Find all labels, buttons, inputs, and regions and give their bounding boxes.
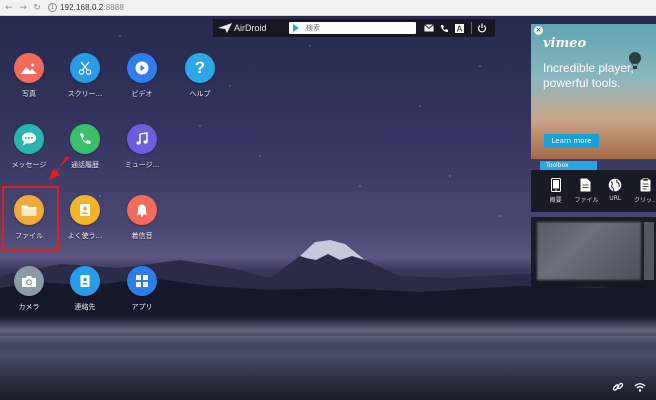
forward-arrow-icon[interactable]: → [18,3,28,13]
tool-url[interactable]: URL [605,178,627,202]
chat-bubble-icon [14,124,44,154]
learn-more-button[interactable]: Learn more [544,134,599,148]
app-music[interactable]: ミュージ... [112,124,172,170]
wifi-icon[interactable] [634,381,646,393]
address-book-icon [70,266,100,296]
ad-brand-logo: vimeo [543,36,587,51]
browser-address-bar: ← → ↻ i 192.168.0.2:8888 [0,0,656,16]
files-highlight-box [2,186,59,252]
app-label: ビデオ [131,90,153,98]
contact-card-icon [70,195,100,225]
link-icon[interactable] [612,381,624,393]
tool-clipboard[interactable]: クリッ... [634,178,656,204]
app-label: ヘルプ [189,90,211,98]
blurred-content [537,222,641,280]
vimeo-ad[interactable]: × vimeo Incredible player, powerful tool… [531,24,656,159]
url-text: 192.168.0.2:8888 [60,3,124,12]
notification-widget[interactable] [531,217,656,287]
question-mark-icon: ? [185,53,215,83]
app-frequent[interactable]: よく使う... [55,195,115,241]
photos-icon [14,53,44,83]
clipboard-icon [638,178,652,192]
site-info-icon[interactable]: i [48,3,57,12]
logo-text: AirDroid [234,23,267,33]
toolbar-separator [471,22,472,34]
app-video[interactable]: ビデオ [112,53,172,99]
mail-icon[interactable] [424,23,434,33]
url-field[interactable]: i 192.168.0.2:8888 [46,2,124,14]
paper-plane-icon [218,23,232,33]
app-label: 連絡先 [74,303,96,311]
lake-mist [0,316,656,346]
toolbar-actions: A [416,22,487,34]
scissors-icon [70,53,100,83]
phone-call-icon [70,124,100,154]
phone-icon[interactable] [439,23,449,33]
app-clips[interactable]: スクリー... [55,53,115,99]
search-input[interactable] [306,24,406,32]
app-label: よく使う... [67,232,103,240]
tool-label: 概要 [549,197,562,204]
app-apps[interactable]: アプリ [112,266,172,312]
tool-label: URL [609,195,622,202]
url-port: :8888 [103,3,124,12]
app-label: カメラ [18,303,40,311]
blurred-sidebar [644,222,654,280]
document-icon [579,178,593,192]
globe-icon [608,178,622,192]
search-box[interactable] [289,22,416,34]
app-contacts[interactable]: 連絡先 [55,266,115,312]
reload-icon[interactable]: ↻ [32,3,42,13]
ad-close-icon[interactable]: × [534,26,543,35]
back-arrow-icon[interactable]: ← [4,3,14,13]
toolbox-panel: 概要 ファイル URL クリッ... [531,170,656,212]
airdroid-toolbar: AirDroid A [213,19,495,37]
camera-icon [14,266,44,296]
music-note-icon [127,124,157,154]
bell-icon [127,195,157,225]
red-arrow-icon [49,156,69,180]
tool-label: ファイル [574,197,599,204]
app-help[interactable]: ? ヘルプ [170,53,230,99]
app-label: 写真 [22,90,36,98]
phone-device-icon [549,178,563,192]
app-label: スクリー... [67,90,103,98]
play-store-icon [293,24,299,32]
app-photos[interactable]: 写真 [0,53,59,99]
text-input-icon[interactable]: A [454,23,464,33]
tool-overview[interactable]: 概要 [545,178,567,204]
play-icon [127,53,157,83]
power-icon[interactable] [477,23,487,33]
app-label: ミュージ... [124,161,160,169]
app-camera[interactable]: カメラ [0,266,59,312]
toolbox-tab[interactable]: Toolbox [540,161,597,170]
tool-label: クリッ... [634,197,656,204]
tool-file[interactable]: ファイル [574,178,599,204]
app-label: アプリ [131,303,153,311]
url-host: 192.168.0.2 [60,3,104,12]
airdroid-logo: AirDroid [213,23,289,33]
svg-text:A: A [456,24,462,33]
app-label: 着信音 [131,232,153,240]
app-ringtones[interactable]: 着信音 [112,195,172,241]
status-icons [612,381,646,393]
grid-icon [127,266,157,296]
ad-headline: Incredible player, powerful tools. [543,61,634,90]
